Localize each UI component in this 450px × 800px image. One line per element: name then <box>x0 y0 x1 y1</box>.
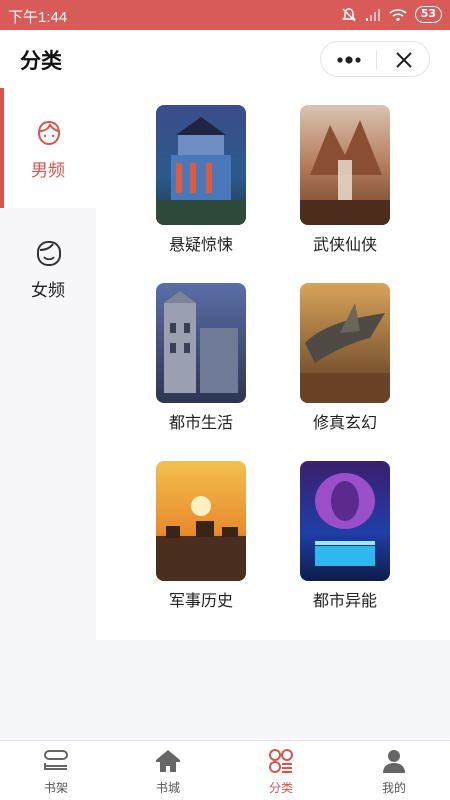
category-label: 修真玄幻 <box>312 413 377 432</box>
bottom-tab-bar: 书架 书城 分类 我的 <box>0 740 450 800</box>
sunset-city-cover <box>156 461 246 581</box>
sidebar-label-male: 男频 <box>31 161 65 181</box>
status-bar: 下午1:44 53 <box>0 0 450 30</box>
signal-icon <box>365 8 381 22</box>
tab-label: 书架 <box>43 781 68 795</box>
home-icon <box>154 747 182 775</box>
category-label: 都市生活 <box>168 413 233 432</box>
mountain-waterfall-cover <box>300 105 390 225</box>
category-card[interactable]: 修真玄幻 <box>275 283 415 443</box>
category-label: 武侠仙侠 <box>312 235 377 254</box>
mute-bell-icon <box>341 7 357 23</box>
palace-tower-cover <box>156 105 246 225</box>
category-grid: 悬疑惊悚 武侠仙侠 都市生活 修真玄幻 军事历史 都市异能 <box>96 88 450 640</box>
sidebar-label-female: 女频 <box>31 281 65 301</box>
category-card[interactable]: 军事历史 <box>131 461 271 621</box>
battery-indicator: 53 <box>414 6 442 23</box>
close-icon[interactable] <box>395 51 413 69</box>
sidebar-tab-male[interactable]: 男频 <box>0 88 96 208</box>
tab-label: 书城 <box>155 781 180 795</box>
city-buildings-cover <box>156 283 246 403</box>
category-card[interactable]: 都市生活 <box>131 283 271 443</box>
category-card[interactable]: 武侠仙侠 <box>275 105 415 265</box>
category-label: 军事历史 <box>168 591 233 610</box>
tab-bookshelf[interactable]: 书架 <box>0 741 112 800</box>
sidebar-tab-female[interactable]: 女频 <box>0 208 96 328</box>
status-time: 下午1:44 <box>8 9 68 26</box>
status-icons: 53 <box>341 6 442 23</box>
active-indicator <box>0 88 4 208</box>
category-label: 悬疑惊悚 <box>168 235 233 254</box>
more-options-icon[interactable] <box>335 52 363 68</box>
tab-profile[interactable]: 我的 <box>338 741 450 800</box>
male-face-icon <box>34 118 64 148</box>
user-icon <box>380 747 408 775</box>
category-card[interactable]: 都市异能 <box>275 461 415 621</box>
neon-portal-cover <box>300 461 390 581</box>
page-title: 分类 <box>20 49 62 73</box>
tab-category[interactable]: 分类 <box>225 741 337 800</box>
dragon-cover <box>300 283 390 403</box>
mini-program-capsule <box>320 41 430 77</box>
wifi-icon <box>389 8 407 22</box>
category-label: 都市异能 <box>312 591 377 610</box>
capsule-divider <box>376 51 377 69</box>
tab-bookstore[interactable]: 书城 <box>112 741 224 800</box>
category-card[interactable]: 悬疑惊悚 <box>131 105 271 265</box>
category-sidebar: 男频 女频 <box>0 88 96 640</box>
tab-label: 我的 <box>381 781 406 795</box>
female-face-icon <box>34 238 64 268</box>
tab-label: 分类 <box>268 781 293 795</box>
category-grid-icon <box>267 747 295 775</box>
bookshelf-icon <box>42 747 70 775</box>
nav-bar: 分类 <box>0 30 450 88</box>
